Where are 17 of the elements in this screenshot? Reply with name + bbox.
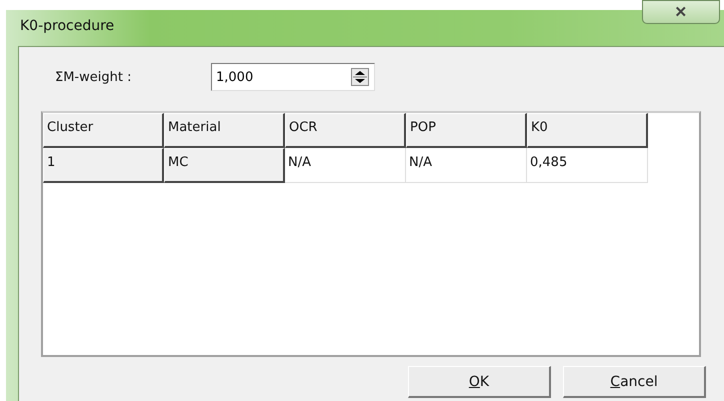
weight-spin-field[interactable]: 1,000: [211, 63, 375, 91]
table-cell: MC: [164, 148, 285, 183]
table-cell: 1: [43, 148, 164, 183]
column-header[interactable]: POP: [406, 113, 527, 148]
table-cell: N/A: [285, 148, 406, 183]
column-header[interactable]: Material: [164, 113, 285, 148]
column-header[interactable]: Cluster: [43, 113, 164, 148]
weight-label: ΣM-weight :: [55, 70, 132, 84]
window-title: K0-procedure: [20, 18, 114, 34]
dialog-button[interactable]: OK: [408, 366, 551, 398]
spin-arrows-icon[interactable]: [351, 68, 369, 86]
table-cell: N/A: [406, 148, 527, 183]
column-header[interactable]: OCR: [285, 113, 406, 148]
dialog-button[interactable]: Cancel: [563, 366, 706, 398]
column-header[interactable]: K0: [527, 113, 648, 148]
table-cell: 0,485: [527, 148, 648, 183]
close-button[interactable]: ✕: [642, 0, 720, 24]
